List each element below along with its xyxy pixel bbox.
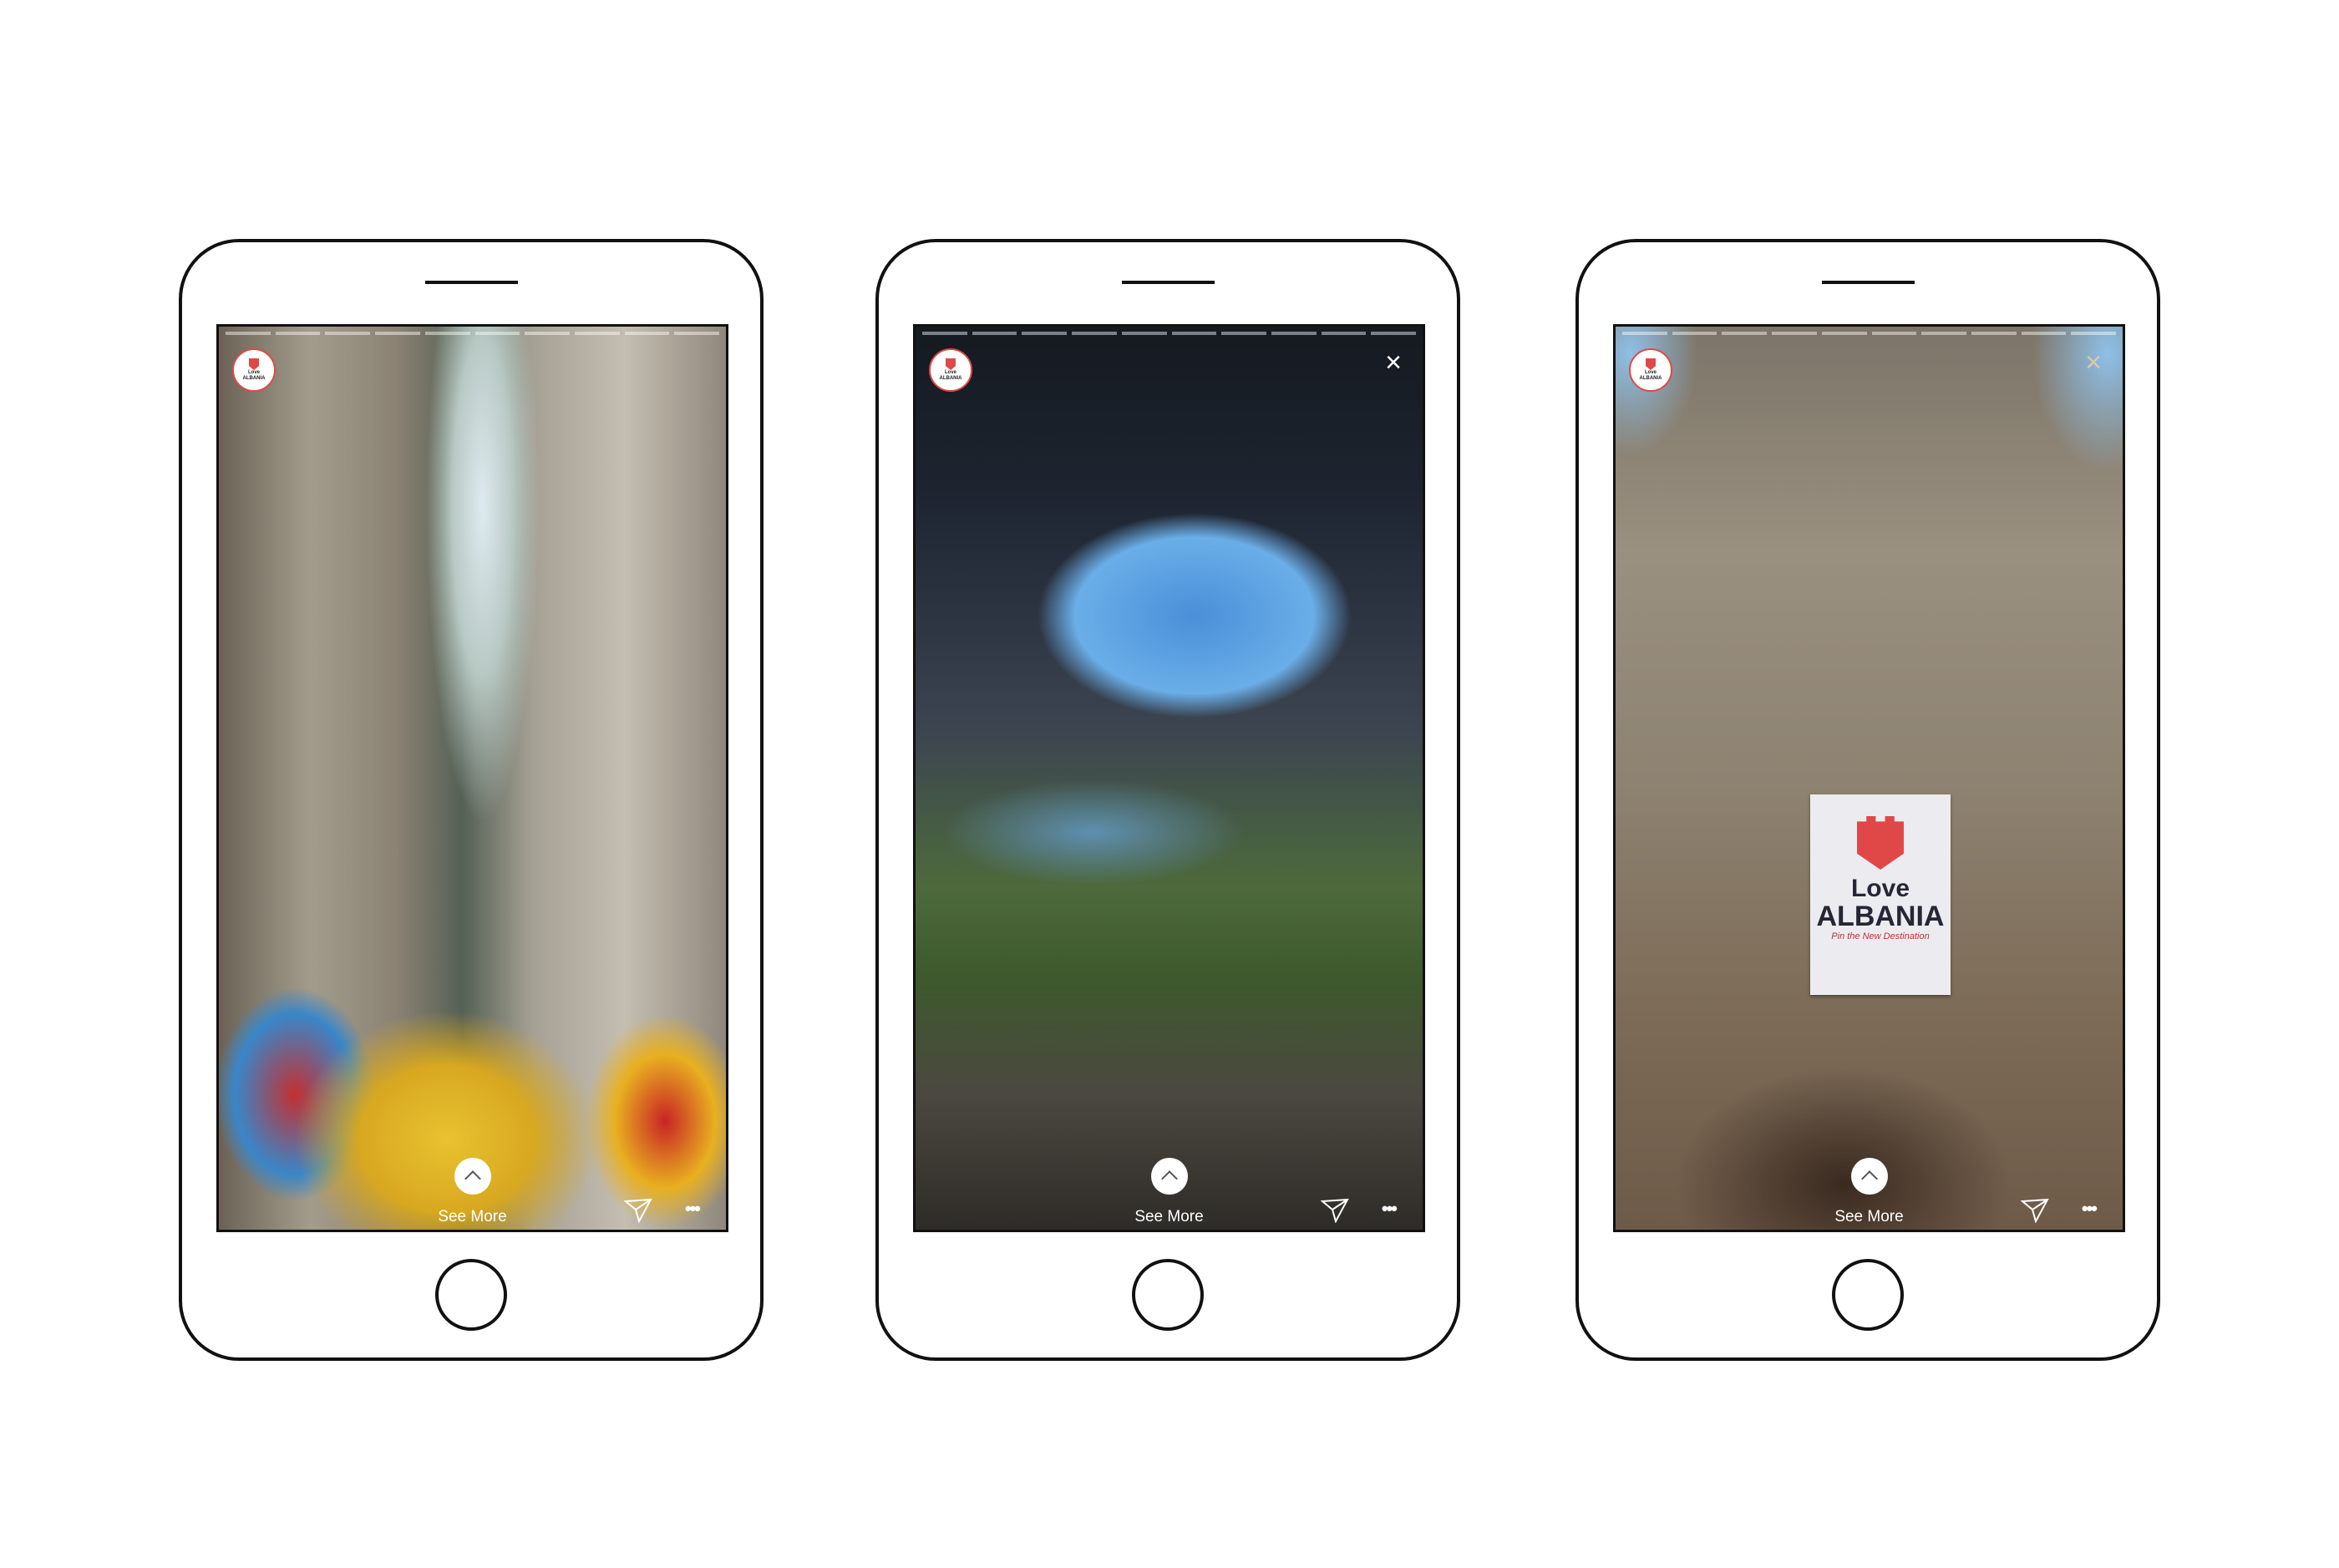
story-screen-rock-banner[interactable]: Love ALBANIA × Love ALBANIA Pin the New D… bbox=[1613, 324, 2125, 1232]
phone-mockup-2: Love ALBANIA × See More ••• bbox=[875, 239, 1460, 1361]
avatar-text: Love bbox=[944, 370, 956, 375]
banner-tagline: Pin the New Destination bbox=[1831, 931, 1930, 941]
shield-logo-icon bbox=[249, 358, 259, 370]
avatar-text: ALBANIA bbox=[939, 376, 962, 381]
send-icon[interactable] bbox=[2021, 1198, 2049, 1223]
close-icon[interactable]: × bbox=[1379, 348, 1408, 377]
more-options-icon[interactable]: ••• bbox=[685, 1198, 701, 1220]
shield-logo-icon bbox=[1646, 358, 1656, 370]
banner-line2: ALBANIA bbox=[1816, 901, 1945, 932]
avatar-text: ALBANIA bbox=[242, 376, 266, 381]
speaker-slot bbox=[1122, 281, 1215, 284]
love-albania-banner: Love ALBANIA Pin the New Destination bbox=[1810, 794, 1951, 995]
home-button[interactable] bbox=[435, 1259, 507, 1331]
chevron-up-icon[interactable] bbox=[454, 1158, 491, 1195]
story-progress-bar bbox=[226, 332, 720, 335]
profile-avatar[interactable]: Love ALBANIA bbox=[1629, 348, 1672, 392]
close-icon[interactable]: × bbox=[2079, 348, 2108, 377]
send-icon[interactable] bbox=[1321, 1198, 1349, 1223]
shield-logo-icon bbox=[1857, 816, 1904, 870]
banner-line1: Love bbox=[1850, 875, 1910, 902]
profile-avatar[interactable]: Love ALBANIA bbox=[929, 348, 972, 392]
more-options-icon[interactable]: ••• bbox=[2082, 1198, 2098, 1220]
story-progress-bar bbox=[1622, 332, 2117, 335]
chevron-up-icon[interactable] bbox=[1850, 1158, 1888, 1195]
send-icon[interactable] bbox=[624, 1198, 652, 1223]
story-screen-cave-lake[interactable]: Love ALBANIA × See More ••• bbox=[913, 324, 1425, 1232]
phone-mockup-1: Love ALBANIA See More ••• bbox=[179, 239, 764, 1361]
profile-avatar[interactable]: Love ALBANIA bbox=[232, 348, 276, 392]
avatar-text: Love bbox=[1644, 370, 1657, 375]
story-progress-bar bbox=[922, 332, 1417, 335]
speaker-slot bbox=[425, 281, 518, 284]
chevron-up-icon[interactable] bbox=[1150, 1158, 1188, 1195]
home-button[interactable] bbox=[1832, 1259, 1904, 1331]
home-button[interactable] bbox=[1132, 1259, 1204, 1331]
story-screen-rafting[interactable]: Love ALBANIA See More ••• bbox=[216, 324, 728, 1232]
speaker-slot bbox=[1822, 281, 1915, 284]
avatar-text: ALBANIA bbox=[1639, 376, 1662, 381]
phone-mockup-3: Love ALBANIA × Love ALBANIA Pin the New D… bbox=[1575, 239, 2160, 1361]
avatar-text: Love bbox=[247, 370, 260, 375]
shield-logo-icon bbox=[946, 358, 956, 370]
more-options-icon[interactable]: ••• bbox=[1382, 1198, 1398, 1220]
